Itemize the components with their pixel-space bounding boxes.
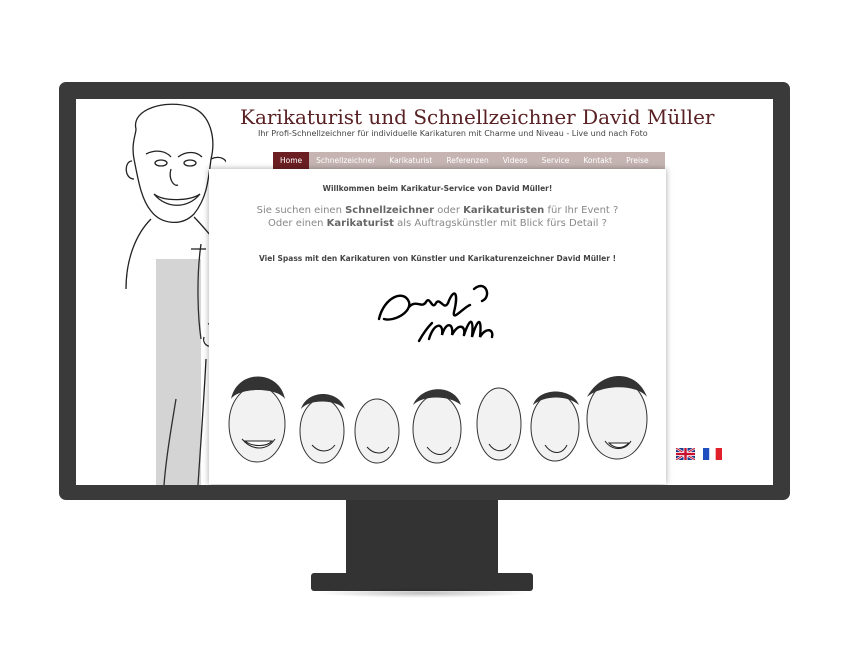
caricature-faces-banner xyxy=(228,376,648,464)
intro-text-part: oder xyxy=(434,205,464,216)
site-subtitle: Ihr Profi-Schnellzeichner für individuel… xyxy=(258,129,648,138)
nav-item-service[interactable]: Service xyxy=(535,152,577,169)
intro-text-part: Sie suchen einen xyxy=(256,205,346,216)
nav-item-home[interactable]: Home xyxy=(273,152,310,169)
nav-item-karikaturist[interactable]: Karikaturist xyxy=(382,152,439,169)
monitor-shadow xyxy=(316,588,530,598)
language-switcher xyxy=(676,448,722,460)
keyword-karikaturist: Karikaturist xyxy=(326,218,394,229)
france-flag-icon[interactable] xyxy=(703,448,722,460)
fun-text: Viel Spass mit den Karikaturen von Künst… xyxy=(258,254,617,263)
signature-image xyxy=(377,284,494,343)
nav-item-schnellzeichner[interactable]: Schnellzeichner xyxy=(309,152,382,169)
monitor-frame: Karikaturist und Schnellzeichner David M… xyxy=(59,82,790,500)
browser-screen: Karikaturist und Schnellzeichner David M… xyxy=(76,99,773,485)
welcome-heading: Willkommen beim Karikatur-Service von Da… xyxy=(322,184,553,193)
main-navigation: Home Schnellzeichner Karikaturist Refere… xyxy=(273,152,665,169)
monitor-stand-neck xyxy=(346,500,498,578)
intro-text-part: als Auftragskünstler mit Blick fürs Deta… xyxy=(393,218,607,229)
content-card: Willkommen beim Karikatur-Service von Da… xyxy=(209,169,666,484)
uk-flag-icon[interactable] xyxy=(676,448,695,460)
keyword-schnellzeichner: Schnellzeichner xyxy=(345,205,435,216)
nav-item-videos[interactable]: Videos xyxy=(496,152,535,169)
intro-text-part: für Ihr Event ? xyxy=(544,205,619,216)
nav-item-referenzen[interactable]: Referenzen xyxy=(439,152,495,169)
nav-item-preise[interactable]: Preise xyxy=(619,152,656,169)
keyword-karikaturisten: Karikaturisten xyxy=(463,205,545,216)
nav-item-kontakt[interactable]: Kontakt xyxy=(576,152,619,169)
intro-text: Sie suchen einen Schnellzeichner oder Ka… xyxy=(209,204,666,230)
site-title: Karikaturist und Schnellzeichner David M… xyxy=(240,105,715,129)
intro-text-part: Oder einen xyxy=(268,218,327,229)
